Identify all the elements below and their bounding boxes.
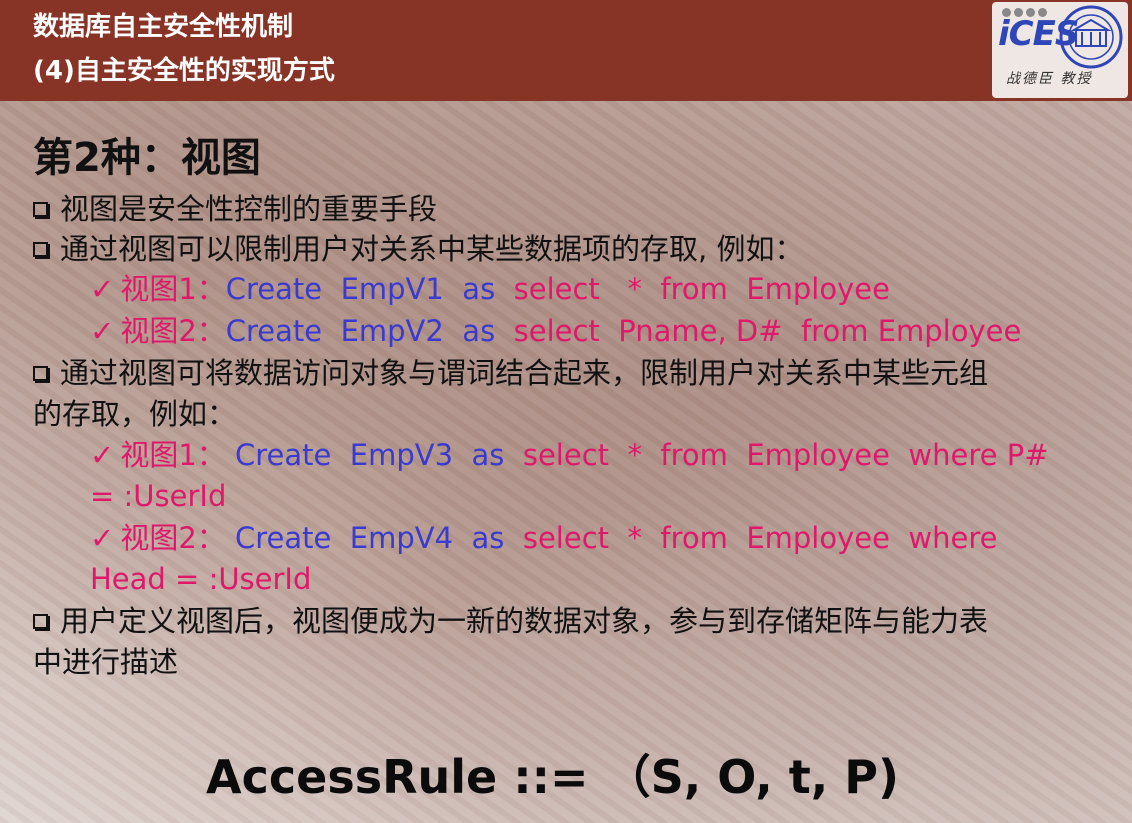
table-name: Employee: [746, 521, 890, 555]
access-rule-formula: AccessRule ::= （S, O, t, P): [206, 750, 900, 804]
kw-from: from: [800, 314, 869, 348]
bullet-4-text: 用户定义视图后，视图便成为一新的数据对象，参与到存储矩阵与能力表: [60, 604, 989, 638]
bullet-4-continued: 中进行描述: [33, 645, 179, 679]
bullet-1-text: 视图是安全性控制的重要手段: [60, 192, 438, 226]
slide-content: 第2种：视图 视图是安全性控制的重要手段 通过视图可以限制用户对关系中某些数据项…: [0, 0, 1132, 823]
example-label: 视图1：: [120, 438, 226, 472]
kw-select: select: [522, 521, 610, 555]
bullet-3-text: 通过视图可将数据访问对象与谓词结合起来，限制用户对关系中某些元组: [60, 356, 989, 390]
select-columns: *: [627, 438, 642, 472]
kw-select: select: [513, 272, 600, 306]
example-4-continued: Head = :UserId: [90, 560, 311, 598]
view-name: EmpV2: [340, 314, 444, 348]
example-label: 视图2：: [120, 521, 226, 555]
checkbox-bullet-icon: [33, 202, 48, 217]
predicate: Head = :UserId: [90, 562, 312, 596]
example-label: 视图1：: [120, 272, 226, 306]
kw-as: as: [462, 272, 496, 306]
bullet-1: 视图是安全性控制的重要手段: [33, 190, 437, 228]
select-columns: *: [627, 521, 642, 555]
example-2: ✓ 视图2：Create EmpV2 as select Pname, D# fr…: [90, 312, 1021, 350]
kw-create: Create: [225, 272, 323, 306]
slide-title: 第2种：视图: [33, 135, 261, 181]
kw-as: as: [462, 314, 496, 348]
kw-as: as: [471, 438, 505, 472]
bullet-2: 通过视图可以限制用户对关系中某些数据项的存取, 例如：: [33, 230, 803, 268]
predicate-field: P#: [1006, 438, 1049, 472]
example-1: ✓ 视图1：Create EmpV1 as select * from Emplo…: [90, 270, 890, 308]
checkbox-bullet-icon: [33, 366, 48, 381]
example-3-continued: = :UserId: [90, 477, 226, 515]
predicate-value: = :UserId: [90, 479, 227, 513]
table-name: Employee: [877, 314, 1022, 348]
checkbox-bullet-icon: [33, 242, 48, 257]
table-name: Employee: [746, 272, 890, 306]
example-label: 视图2：: [120, 314, 226, 348]
kw-as: as: [471, 521, 505, 555]
view-name: EmpV4: [349, 521, 454, 555]
view-name: EmpV1: [340, 272, 444, 306]
kw-from: from: [660, 521, 728, 555]
bullet-2-text: 通过视图可以限制用户对关系中某些数据项的存取, 例如：: [60, 232, 804, 266]
kw-where: where: [908, 438, 998, 472]
kw-create: Create: [234, 438, 332, 472]
kw-select: select: [522, 438, 610, 472]
view-name: EmpV3: [349, 438, 454, 472]
kw-create: Create: [225, 314, 323, 348]
select-columns: *: [627, 272, 642, 306]
table-name: Employee: [746, 438, 890, 472]
check-icon: ✓: [90, 521, 115, 555]
kw-from: from: [660, 272, 728, 306]
example-4: ✓ 视图2： Create EmpV4 as select * from Empl…: [90, 519, 997, 557]
bullet-3-continued: 的存取，例如：: [33, 397, 237, 431]
kw-where: where: [908, 521, 998, 555]
bullet-4: 用户定义视图后，视图便成为一新的数据对象，参与到存储矩阵与能力表: [33, 602, 988, 640]
select-columns: Pname, D#: [618, 314, 783, 348]
kw-select: select: [513, 314, 600, 348]
check-icon: ✓: [90, 272, 115, 306]
check-icon: ✓: [90, 438, 115, 472]
check-icon: ✓: [90, 314, 115, 348]
kw-from: from: [660, 438, 728, 472]
example-3: ✓ 视图1： Create EmpV3 as select * from Empl…: [90, 436, 1049, 474]
kw-create: Create: [234, 521, 332, 555]
bullet-3: 通过视图可将数据访问对象与谓词结合起来，限制用户对关系中某些元组: [33, 354, 988, 392]
checkbox-bullet-icon: [33, 614, 48, 629]
